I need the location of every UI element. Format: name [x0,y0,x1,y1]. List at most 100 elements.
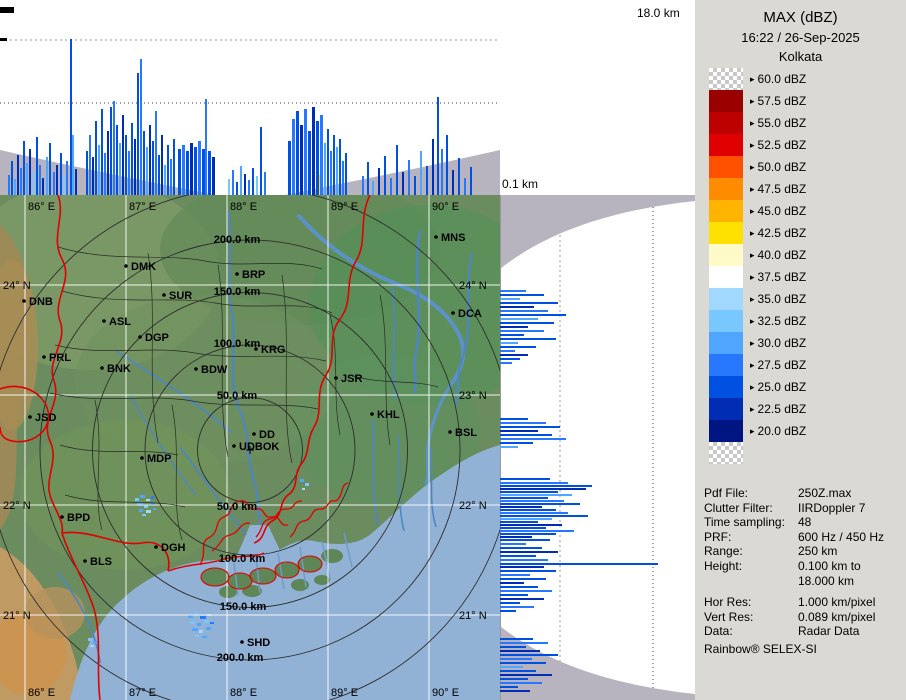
zy-projection-panel [500,195,695,700]
station-label: BLS [90,556,112,568]
xz-echo-bar [14,179,16,195]
zy-echo-bar [500,314,566,316]
station-dot [194,367,198,371]
zy-echo-bar [500,690,530,692]
xz-echo-bar [320,115,323,195]
lat-label: 22° N [459,500,487,512]
scale-label: 45.0 dBZ [757,204,807,218]
xz-echo-bar [378,168,380,195]
zy-echo-bar [500,598,544,600]
xz-echo-bar [66,161,68,195]
xz-echo-bar [42,178,44,195]
metadata-value: 250Z.max [798,486,852,500]
lat-label: 24° N [3,280,31,292]
zy-echo-bar [500,478,550,480]
zy-echo-bar [500,678,528,680]
xz-echo-bar [426,166,428,195]
xz-echo-bar [402,172,404,195]
height-min-label: 0.1 km [502,177,539,191]
zy-echo-bar [500,586,538,588]
metadata-label: Clutter Filter: [704,500,773,515]
zy-echo-bar [500,530,574,532]
zy-echo-bar [500,543,526,545]
station-dot [154,545,158,549]
zy-echo-bar [500,422,546,424]
station-label: DNB [29,296,53,308]
xz-echo-bar [143,131,145,195]
xz-echo-bar [11,161,13,195]
radar-echo-pixel [197,623,201,626]
xz-echo-bar [311,167,312,195]
lat-label: 23° N [459,390,487,402]
station-label: SHD [247,637,270,649]
lat-label: 22° N [3,500,31,512]
radar-echo-pixel [202,636,207,638]
xz-echo-bar [288,141,291,195]
scale-row: ▸ 22.5 dBZ [709,398,806,420]
zy-echo-bar [500,342,518,344]
zy-echo-bar [500,527,546,529]
xz-echo-bar [232,170,234,195]
station-label: KHL [377,409,400,421]
xz-echo-bar [452,170,454,195]
legend-panel: MAX (dBZ) 16:22 / 26-Sep-2025 Kolkata ▸ 6… [695,0,906,700]
xz-echo-bar [60,153,62,195]
xz-projection-chart [0,7,500,195]
lat-label: 21° N [3,610,31,622]
xz-echo-bar [95,121,97,195]
scale-row [709,442,806,464]
radar-echo-pixel [210,622,214,624]
xz-echo-bar [49,143,51,195]
zy-echo-bar [500,646,526,648]
xz-echo-bar [304,109,307,195]
zy-echo-bar [500,418,528,420]
zy-echo-bar [500,570,556,572]
zy-echo-bar [500,310,548,312]
lon-label: 88° E [230,687,257,699]
scale-swatch [709,134,743,156]
zy-echo-bar [500,686,518,688]
metadata-value: 600 Hz / 450 Hz [798,529,885,544]
radar-echo-pixel [135,498,139,501]
xz-echo-bar [125,135,127,195]
xz-echo-bar [202,149,205,195]
station-dot [102,319,106,323]
scale-row: ▸ 55.0 dBZ [709,112,806,134]
xz-echo-bar [33,171,35,195]
lon-label: 89° E [331,201,358,213]
scale-arrow-icon: ▸ [750,316,755,326]
metadata-row: Vert Res: 0.089 km/pixel [704,610,902,625]
scale-arrow-icon: ▸ [750,360,755,370]
xz-echo-bar [190,143,193,195]
range-ring-label: 200.0 km [214,234,261,246]
scale-row: ▸ 35.0 dBZ [709,288,806,310]
xz-echo-bar [164,165,166,195]
xz-echo-bar [470,167,472,195]
radar-echo-pixel [305,483,309,486]
metadata-label: Range: [704,544,743,559]
xz-echo-bar [152,141,154,195]
zy-echo-bar [500,654,558,656]
zy-echo-bar [500,670,536,672]
zy-echo-bar [500,650,540,652]
xz-echo-bar [384,156,386,195]
station-label: ASL [109,316,131,328]
xz-echo-bar [396,145,398,195]
scale-row: ▸ 40.0 dBZ [709,244,806,266]
lat-label: 21° N [459,610,487,622]
scale-swatch [709,398,743,420]
station-dot [334,376,338,380]
xz-echo-bar [458,158,460,195]
xz-echo-bar [98,145,100,195]
station-label: BPD [67,512,90,524]
radar-echo-pixel [151,496,154,499]
station-dot [42,355,46,359]
scale-swatch [709,222,743,244]
metadata-value: 0.089 km/pixel [798,609,876,624]
radar-echo-pixel [140,495,145,498]
xz-echo-bar [256,176,258,195]
xz-echo-bar [173,139,175,195]
station-label: BDW [201,364,228,376]
zy-echo-bar [500,524,562,526]
xz-projection-panel [0,0,500,195]
